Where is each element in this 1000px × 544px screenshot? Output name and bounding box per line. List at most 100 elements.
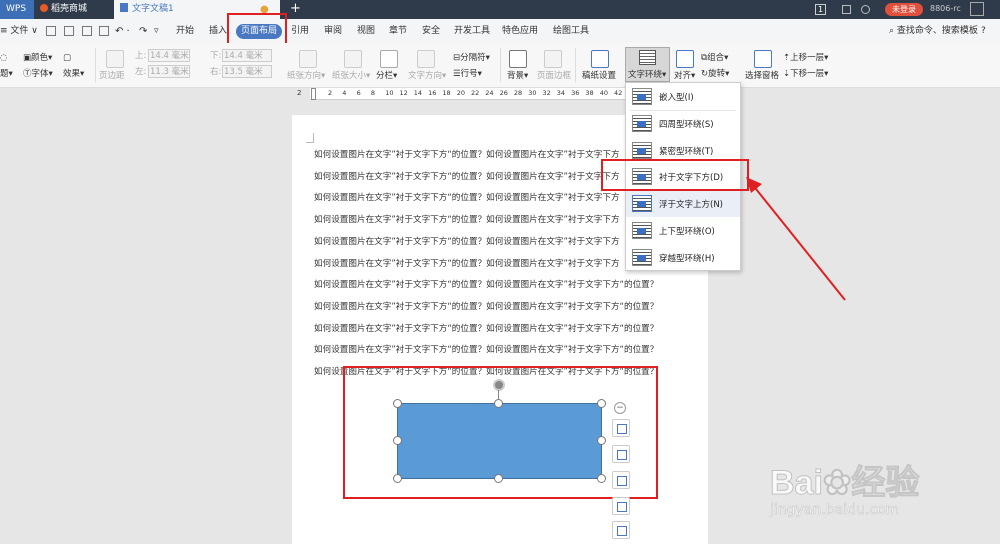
wrap-option-4[interactable]: 浮于文字上方(N) xyxy=(626,191,740,217)
margins-button[interactable]: 页边距 xyxy=(99,70,125,82)
resize-handle-top-right[interactable] xyxy=(597,399,606,408)
menu-view[interactable]: 视图 xyxy=(357,24,375,39)
tab-wps[interactable]: WPS xyxy=(0,0,34,19)
shape-style-icon[interactable] xyxy=(612,497,630,515)
skin-icon[interactable] xyxy=(861,5,870,14)
help-icon[interactable]: ? xyxy=(981,24,986,39)
fonts-button[interactable]: Ⓣ字体▾ xyxy=(23,68,53,80)
ruler-mark: 30 xyxy=(528,89,537,97)
theme-button[interactable]: 题▾ xyxy=(0,68,13,80)
selection-pane-button[interactable]: 选择窗格 xyxy=(745,70,779,82)
page-count-badge: 1 xyxy=(815,4,826,15)
background-button[interactable]: 背景▾ xyxy=(507,70,528,82)
window-controls-icon[interactable] xyxy=(970,2,984,16)
resize-handle-bottom[interactable] xyxy=(494,474,503,483)
export-pdf-icon[interactable] xyxy=(64,26,74,36)
horizontal-ruler[interactable]: 2 4 6 8 10 12 14 16 18 20 22 24 26 28 30 32 34 36 38 40 42 xyxy=(310,88,626,100)
file-menu[interactable]: ≡ 文件 ∨ xyxy=(0,24,38,39)
indent-marker-icon[interactable] xyxy=(311,88,316,100)
menu-review[interactable]: 审阅 xyxy=(324,24,342,39)
menu-features[interactable]: 特色应用 xyxy=(502,24,538,39)
resize-handle-bottom-right[interactable] xyxy=(597,474,606,483)
fill-bucket-icon[interactable] xyxy=(612,471,630,489)
undo-icon[interactable]: ↶ · xyxy=(115,24,130,39)
resize-handle-top[interactable] xyxy=(494,399,503,408)
align-button[interactable]: 对齐▾ xyxy=(674,70,695,82)
orientation-button[interactable]: 纸张方向▾ xyxy=(287,70,325,82)
text-line: 如何设置图片在文字”衬于文字下方“的位置？如何设置图片在文字”衬于文字下方“的位… xyxy=(314,323,659,334)
resize-handle-right[interactable] xyxy=(597,436,606,445)
colors-button[interactable]: ▣颜色▾ xyxy=(23,52,52,64)
wrap-option-6[interactable]: 穿越型环绕(H) xyxy=(626,245,740,271)
text-line: 如何设置图片在文字”衬于文字下方“的位置？如何设置图片在文字”衬于文字下方 xyxy=(314,236,620,247)
page-border-button[interactable]: 页面边框 xyxy=(537,70,571,82)
orientation-icon[interactable] xyxy=(299,50,317,68)
bottom-margin-input[interactable]: 14.4 毫米 xyxy=(222,49,272,62)
menu-drawing-tools[interactable]: 绘图工具 xyxy=(553,24,589,39)
menu-references[interactable]: 引用 xyxy=(291,24,309,39)
background-label: 背景 xyxy=(507,71,525,81)
margins-icon[interactable] xyxy=(106,50,124,68)
effects-icon[interactable]: ▢ xyxy=(63,52,71,64)
bring-forward-button[interactable]: ⇡上移一层▾ xyxy=(783,52,828,64)
highlight-box-behind-text xyxy=(601,159,749,191)
background-icon[interactable] xyxy=(509,50,527,68)
align-icon[interactable] xyxy=(676,50,694,68)
menu-home[interactable]: 开始 xyxy=(176,24,194,39)
divider xyxy=(575,48,576,82)
menu-chapter[interactable]: 章节 xyxy=(389,24,407,39)
window-icon[interactable] xyxy=(842,5,851,14)
redo-icon[interactable]: ↷ xyxy=(139,24,147,39)
print-icon[interactable] xyxy=(82,26,92,36)
manuscript-icon[interactable] xyxy=(591,50,609,68)
login-button[interactable]: 未登录 xyxy=(885,3,923,16)
save-icon[interactable] xyxy=(46,26,56,36)
resize-handle-bottom-left[interactable] xyxy=(393,474,402,483)
customize-icon[interactable]: ▿ xyxy=(154,24,159,39)
menu-developer[interactable]: 开发工具 xyxy=(454,24,490,39)
outline-pen-icon[interactable] xyxy=(612,445,630,463)
layout-options-icon[interactable] xyxy=(612,419,630,437)
collapse-toolbar-icon[interactable]: − xyxy=(614,402,626,414)
bring-forward-label: 上移一层 xyxy=(790,53,825,63)
text-direction-button[interactable]: 文字方向▾ xyxy=(408,70,446,82)
text-line: 如何设置图片在文字”衬于文字下方“的位置？如何设置图片在文字”衬于文字下方 xyxy=(314,215,620,226)
preview-icon[interactable] xyxy=(99,26,109,36)
menu-bar: ≡ 文件 ∨ ↶ · ↷ ▿ 开始 插入 页面布局 引用 审阅 视图 章节 安全… xyxy=(0,19,1000,43)
columns-button[interactable]: 分栏▾ xyxy=(376,70,397,82)
wrap-option-0[interactable]: 嵌入型(I) xyxy=(626,84,740,110)
wrap-option-1[interactable]: 四周型环绕(S) xyxy=(626,111,740,137)
text-line: 如何设置图片在文字”衬于文字下方“的位置？如何设置图片在文字”衬于文字下方 xyxy=(314,171,620,182)
top-margin-input[interactable]: 14.4 毫米 xyxy=(148,49,190,62)
paper-size-button[interactable]: 纸张大小▾ xyxy=(332,70,370,82)
separator-button[interactable]: ⊟分隔符▾ xyxy=(453,52,490,64)
wrap-option-icon xyxy=(632,222,652,239)
text-wrap-button[interactable]: 文字环绕▾ xyxy=(625,47,670,82)
left-margin-input[interactable]: 11.3 毫米 xyxy=(148,65,190,78)
page-border-icon[interactable] xyxy=(544,50,562,68)
send-backward-button[interactable]: ⇣下移一层▾ xyxy=(783,68,828,80)
manuscript-button[interactable]: 稿纸设置 xyxy=(582,70,616,82)
group-button[interactable]: ⧉组合▾ xyxy=(701,52,728,64)
resize-handle-left[interactable] xyxy=(393,436,402,445)
columns-icon[interactable] xyxy=(380,50,398,68)
more-options-icon[interactable] xyxy=(612,521,630,539)
theme-icon[interactable]: ◌ xyxy=(0,52,7,64)
paper-size-icon[interactable] xyxy=(344,50,362,68)
menu-security[interactable]: 安全 xyxy=(422,24,440,39)
ruler-mark: 12 xyxy=(399,89,408,97)
rotate-button[interactable]: ↻旋转▾ xyxy=(701,68,729,80)
tab-store[interactable]: 稻壳商城 xyxy=(34,0,114,19)
rotate-handle-icon[interactable] xyxy=(493,379,505,391)
blue-rectangle-shape[interactable] xyxy=(397,403,602,479)
menu-insert[interactable]: 插入 xyxy=(209,24,227,39)
text-direction-icon[interactable] xyxy=(417,50,435,68)
effects-button[interactable]: 效果▾ xyxy=(63,68,84,80)
document-icon xyxy=(120,3,128,12)
command-search[interactable]: ⌕ 查找命令、搜索模板 xyxy=(889,24,978,39)
resize-handle-top-left[interactable] xyxy=(393,399,402,408)
selection-pane-icon[interactable] xyxy=(754,50,772,68)
right-margin-input[interactable]: 13.5 毫米 xyxy=(222,65,272,78)
wrap-option-5[interactable]: 上下型环绕(O) xyxy=(626,218,740,244)
line-numbers-button[interactable]: ☰行号▾ xyxy=(453,68,482,80)
